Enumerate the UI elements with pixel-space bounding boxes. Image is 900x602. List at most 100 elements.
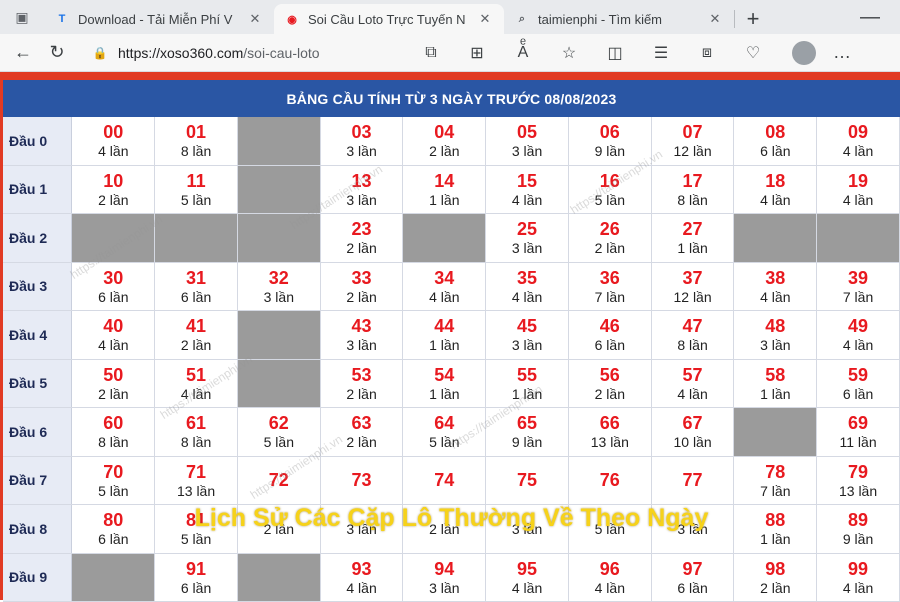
favorite-star-icon[interactable]: ☆ <box>546 38 592 68</box>
more-options-icon[interactable]: … <box>822 42 862 63</box>
occurrence-count: 4 lần <box>98 337 128 353</box>
app-available-icon[interactable]: ⧉ <box>408 38 454 68</box>
profile-avatar[interactable] <box>792 41 816 65</box>
close-tab-icon[interactable]: ✕ <box>246 11 264 27</box>
occurrence-count: 4 lần <box>429 289 459 305</box>
occurrence-count: 3 lần <box>346 337 376 353</box>
number-cell: 0712 lần <box>652 117 735 165</box>
lo-number: 39 <box>848 268 868 289</box>
number-cell: 77 <box>652 457 735 505</box>
lo-number: 27 <box>683 219 703 240</box>
browser-essentials-icon[interactable]: ♡ <box>730 38 776 68</box>
lo-number: 98 <box>765 559 785 580</box>
number-cell: 72 <box>238 457 321 505</box>
number-cell: 433 lần <box>321 311 404 359</box>
occurrence-count: 3 lần <box>346 521 376 537</box>
grid-apps-icon[interactable]: ⊞ <box>454 38 500 68</box>
read-aloud-icon[interactable]: Aͤ <box>500 38 546 68</box>
number-cell: 154 lần <box>486 166 569 214</box>
empty-cell <box>734 214 817 262</box>
occurrence-count: 6 lần <box>98 289 128 305</box>
favorites-list-icon[interactable]: ☰ <box>638 38 684 68</box>
occurrence-count: 8 lần <box>677 192 707 208</box>
tab-soi-cau-loto[interactable]: ◉ Soi Cầu Loto Trực Tuyến N ✕ <box>274 4 504 34</box>
lo-number: 03 <box>352 122 372 143</box>
back-arrow-icon[interactable]: ← <box>6 38 40 68</box>
occurrence-count: 7 lần <box>595 289 625 305</box>
number-cell: 899 lần <box>817 505 900 553</box>
row-label: Đầu 3 <box>3 263 72 311</box>
lock-icon[interactable]: 🔒 <box>90 46 110 60</box>
number-cell: 332 lần <box>321 263 404 311</box>
occurrence-count: 4 lần <box>843 192 873 208</box>
occurrence-count: 9 lần <box>595 143 625 159</box>
tab-search[interactable]: ⌕ taimienphi - Tìm kiếm ✕ <box>504 4 734 34</box>
occurrence-count: 12 lần <box>673 143 711 159</box>
lo-number: 75 <box>517 470 537 491</box>
number-cell: 5 lần <box>569 505 652 553</box>
lo-number: 05 <box>517 122 537 143</box>
lo-number: 91 <box>186 559 206 580</box>
lo-number: 13 <box>352 171 372 192</box>
occurrence-count: 13 lần <box>177 483 215 499</box>
number-cell: 934 lần <box>321 554 404 602</box>
number-cell: 094 lần <box>817 117 900 165</box>
tab-actions-icon[interactable]: ▣ <box>0 0 44 34</box>
lo-number: 33 <box>352 268 372 289</box>
occurrence-count: 4 lần <box>181 386 211 402</box>
lo-number: 72 <box>269 470 289 491</box>
close-tab-icon[interactable]: ✕ <box>476 11 494 27</box>
row-label: Đầu 7 <box>3 457 72 505</box>
lo-number: 66 <box>600 413 620 434</box>
occurrence-count: 4 lần <box>760 289 790 305</box>
number-cell: 354 lần <box>486 263 569 311</box>
new-tab-button[interactable]: + <box>735 4 771 34</box>
empty-cell <box>238 360 321 408</box>
occurrence-count: 4 lần <box>843 580 873 596</box>
occurrence-count: 3 lần <box>512 521 542 537</box>
refresh-icon[interactable]: ↻ <box>40 38 74 68</box>
number-cell: 916 lần <box>155 554 238 602</box>
occurrence-count: 2 lần <box>346 434 376 450</box>
empty-cell <box>72 554 155 602</box>
lo-number: 32 <box>269 268 289 289</box>
occurrence-count: 2 lần <box>595 386 625 402</box>
number-cell: 994 lần <box>817 554 900 602</box>
empty-cell <box>734 408 817 456</box>
url-host: https://xoso360.com <box>118 45 243 61</box>
row-label: Đầu 6 <box>3 408 72 456</box>
lo-number: 09 <box>848 122 868 143</box>
close-tab-icon[interactable]: ✕ <box>706 11 724 27</box>
row-label: Đầu 9 <box>3 554 72 602</box>
lo-number: 44 <box>434 316 454 337</box>
split-screen-icon[interactable]: ◫ <box>592 38 638 68</box>
table-row: Đầu 9916 lần934 lần943 lần954 lần964 lần… <box>3 554 900 602</box>
address-bar[interactable]: 🔒 https://xoso360.com/soi-cau-loto <box>90 39 390 67</box>
occurrence-count: 7 lần <box>760 483 790 499</box>
number-cell: 551 lần <box>486 360 569 408</box>
lo-number: 95 <box>517 559 537 580</box>
occurrence-count: 3 lần <box>346 192 376 208</box>
row-label: Đầu 8 <box>3 505 72 553</box>
lo-number: 45 <box>517 316 537 337</box>
table-row: Đầu 1102 lần115 lần133 lần141 lần154 lần… <box>3 166 900 215</box>
lo-number: 57 <box>683 365 703 386</box>
number-cell: 632 lần <box>321 408 404 456</box>
lo-number: 64 <box>434 413 454 434</box>
occurrence-count: 5 lần <box>181 192 211 208</box>
occurrence-count: 4 lần <box>512 580 542 596</box>
number-cell: 165 lần <box>569 166 652 214</box>
occurrence-count: 4 lần <box>677 386 707 402</box>
collections-icon[interactable]: ⧈ <box>684 38 730 68</box>
number-cell: 102 lần <box>72 166 155 214</box>
lo-number: 35 <box>517 268 537 289</box>
number-cell: 943 lần <box>403 554 486 602</box>
empty-cell <box>238 166 321 214</box>
loto-table-panel: BẢNG CẦU TÍNH TỪ 3 NGÀY TRƯỚC 08/08/2023… <box>3 80 900 600</box>
occurrence-count: 2 lần <box>98 192 128 208</box>
minimize-icon[interactable]: — <box>840 0 900 34</box>
lo-number: 17 <box>683 171 703 192</box>
tab-download[interactable]: T Download - Tải Miễn Phí V ✕ <box>44 4 274 34</box>
row-label: Đầu 5 <box>3 360 72 408</box>
occurrence-count: 1 lần <box>429 386 459 402</box>
